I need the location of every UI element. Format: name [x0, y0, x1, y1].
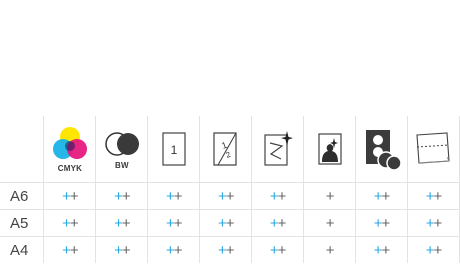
table-cell: ++: [43, 236, 97, 263]
table-cell: ++: [251, 236, 305, 263]
column-header-photo: [303, 116, 357, 183]
table-cell: ++: [95, 236, 149, 263]
bw-circles-icon: [105, 131, 139, 156]
table-cell: ++: [407, 182, 460, 210]
table-cell: ++: [147, 236, 201, 263]
column-header-two-sided: 1 2: [199, 116, 253, 183]
table-cell: ++: [147, 209, 201, 237]
table-cell: ++: [355, 209, 408, 237]
product-options-table: CMYK BW 1 1 2 A6 ++ ++ ++ ++ ++ + ++ ++ …: [0, 0, 460, 267]
column-header-perforated: [407, 116, 460, 183]
options-grid: CMYK BW 1 1 2 A6 ++ ++ ++ ++ ++ + ++ ++ …: [0, 116, 460, 263]
perforated-page-icon: [416, 132, 451, 164]
sparkle-page-icon: [264, 131, 293, 166]
table-cell: ++: [147, 182, 201, 210]
table-row-a5: A5 ++ ++ ++ ++ ++ + ++ ++: [0, 209, 460, 237]
column-header-sparkle: [251, 116, 305, 183]
header-row: CMYK BW 1 1 2: [0, 116, 460, 183]
table-cell: ++: [199, 209, 253, 237]
single-page-icon: 1: [162, 132, 186, 166]
table-cell: ++: [407, 236, 460, 263]
table-cell: ++: [355, 236, 408, 263]
column-label-cmyk: CMYK: [57, 163, 83, 173]
table-cell: ++: [95, 182, 149, 210]
table-cell: ++: [43, 182, 97, 210]
document-dots-icon: [365, 130, 402, 170]
row-size-label: A5: [0, 209, 45, 237]
table-cell: ++: [199, 236, 253, 263]
table-cell: +: [303, 209, 357, 237]
cmyk-circles-icon: [52, 126, 87, 159]
table-cell: +: [303, 182, 357, 210]
table-cell: ++: [251, 182, 305, 210]
column-header-bw: BW: [95, 116, 149, 183]
table-cell: ++: [355, 182, 408, 210]
table-cell: ++: [407, 209, 460, 237]
table-row-a6: A6 ++ ++ ++ ++ ++ + ++ ++: [0, 182, 460, 210]
table-cell: ++: [251, 209, 305, 237]
column-header-one-sided: 1: [147, 116, 201, 183]
table-cell: ++: [43, 209, 97, 237]
table-cell: +: [303, 236, 357, 263]
duplex-page-icon: 1 2: [213, 132, 237, 166]
svg-text:1: 1: [170, 143, 177, 157]
column-header-cmyk: CMYK: [43, 116, 97, 183]
corner-cell: [0, 116, 45, 183]
row-size-label: A4: [0, 236, 45, 263]
table-row-a4: A4 ++ ++ ++ ++ ++ + ++ ++: [0, 236, 460, 263]
row-size-label: A6: [0, 182, 45, 210]
column-label-bw: BW: [115, 160, 129, 170]
table-cell: ++: [95, 209, 149, 237]
photo-silhouette-icon: [317, 133, 342, 165]
column-header-doc-dots: [355, 116, 408, 183]
table-cell: ++: [199, 182, 253, 210]
